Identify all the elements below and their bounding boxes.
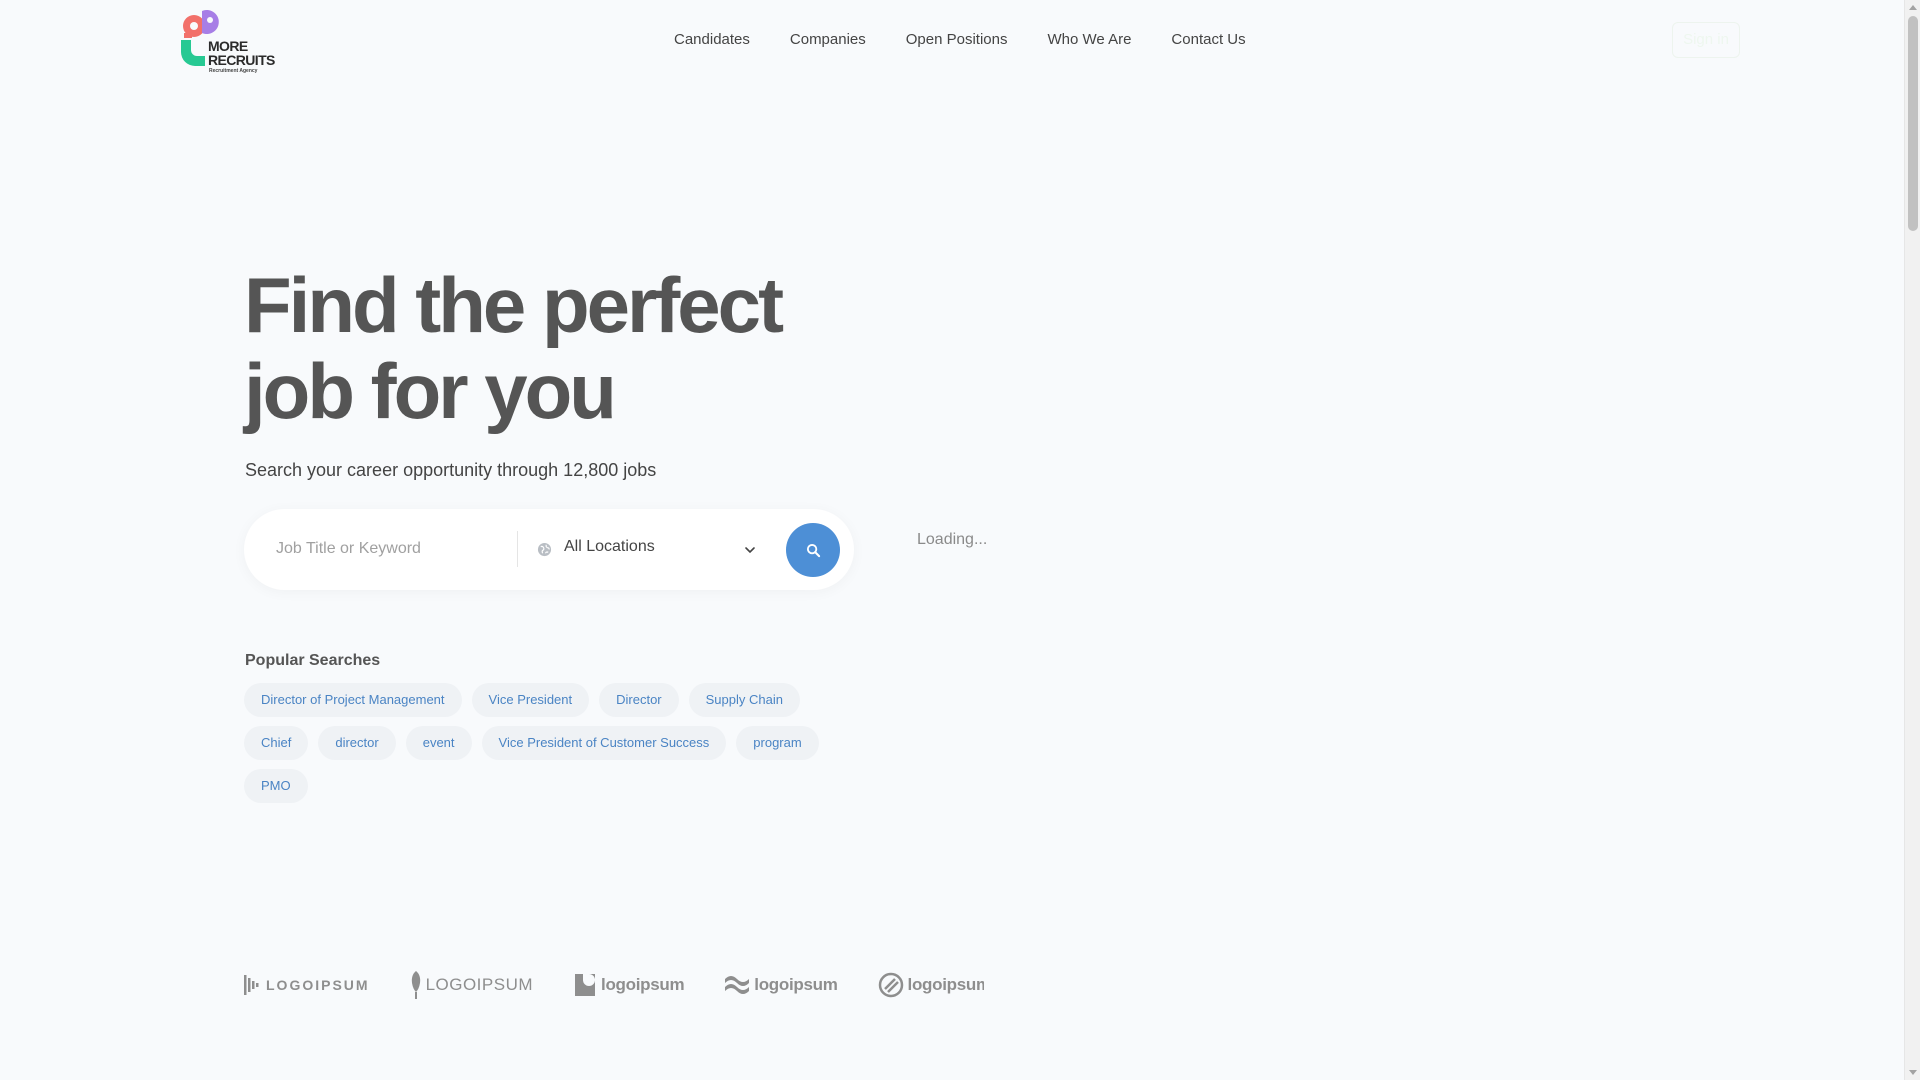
popular-searches-heading: Popular Searches [245,652,381,669]
nav-who-we-are[interactable]: Who We Are [1048,29,1132,51]
square-swirl-icon [575,974,596,996]
partner-logo-text: logoipsum [601,975,685,994]
search-icon [806,543,820,557]
main-nav: Candidates Companies Open Positions Who … [674,29,1286,51]
location-select[interactable]: All Locations [564,538,655,556]
brand-name-line2: RECRUITS [208,52,275,68]
partner-logo-text: LOGOIPSUM [425,975,534,994]
scrollbar-thumb[interactable] [1908,16,1918,231]
nav-candidates[interactable]: Candidates [674,29,750,51]
partner-logos: LOGOIPSUM LOGOIPSUM logoipsum logoipsum … [244,968,984,1002]
popular-searches-list: Director of Project Management Vice Pres… [244,683,864,803]
page-scrollbar[interactable] [1904,0,1920,1080]
partner-logo: LOGOIPSUM [410,970,533,1000]
globe-icon [537,542,552,557]
partner-logo: logoipsum [878,970,984,1000]
popular-search-tag[interactable]: Director [599,683,679,717]
partner-logo: LOGOIPSUM [244,970,370,1000]
popular-search-tag[interactable]: program [736,726,819,760]
nav-open-positions[interactable]: Open Positions [906,29,1008,51]
brand-logo[interactable]: MORE RECRUITS Recruitment Agency [178,5,282,75]
partner-logo-text: LOGOIPSUM [266,977,370,993]
nav-contact-us[interactable]: Contact Us [1171,29,1245,51]
popular-search-tag[interactable]: Vice President [471,683,590,717]
circle-slash-icon [878,972,903,998]
partner-logo-text: logoipsum [907,975,984,994]
popular-search-tag[interactable]: Director of Project Management [244,683,462,717]
loading-indicator: Loading... [917,531,988,548]
job-search-bar: All Locations [244,509,854,590]
hero-title: Find the perfect job for you [244,261,784,435]
search-button[interactable] [786,523,840,577]
popular-search-tag[interactable]: Vice President of Customer Success [481,726,727,760]
scroll-down-arrow-icon[interactable] [1909,1070,1917,1075]
brand-name: MORE RECRUITS [208,39,275,67]
waves-icon [725,976,750,994]
popular-search-tag[interactable]: Supply Chain [688,683,800,717]
feather-icon [411,971,420,999]
site-header: MORE RECRUITS Recruitment Agency Candida… [0,0,1904,80]
brand-tagline: Recruitment Agency [209,68,258,74]
keyword-search-input[interactable] [276,537,496,561]
nav-companies[interactable]: Companies [790,29,866,51]
popular-search-tag[interactable]: director [318,726,396,760]
chevron-down-icon[interactable] [743,543,757,557]
hero-subtitle: Search your career opportunity through 1… [245,460,657,480]
popular-search-tag[interactable]: PMO [244,769,308,803]
search-divider [517,531,518,567]
scroll-up-arrow-icon[interactable] [1909,5,1917,10]
signin-button[interactable]: Sign in [1672,22,1740,58]
partner-logo: logoipsum [573,970,685,1000]
partner-logo-text: logoipsum [754,975,838,994]
partner-logo: logoipsum [724,970,838,1000]
popular-search-tag[interactable]: Chief [244,726,309,760]
bars-icon [244,975,259,995]
popular-search-tag[interactable]: event [405,726,472,760]
